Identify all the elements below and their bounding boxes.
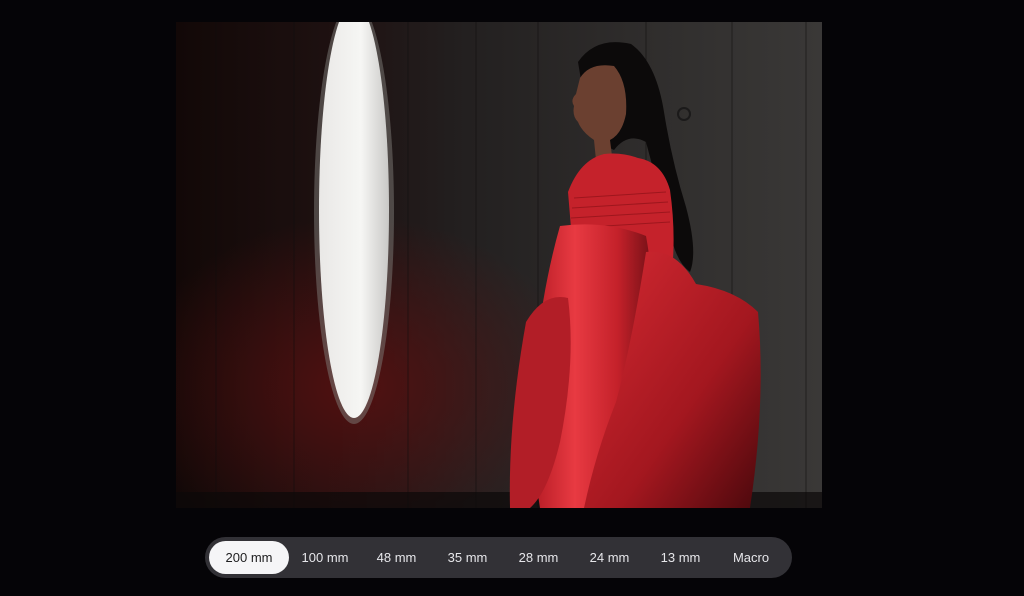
focal-option-13mm[interactable]: 13 mm [645,541,716,574]
focal-option-macro[interactable]: Macro [716,541,786,574]
focal-option-100mm[interactable]: 100 mm [289,541,361,574]
focal-option-35mm[interactable]: 35 mm [432,541,503,574]
focal-option-24mm[interactable]: 24 mm [574,541,645,574]
focal-option-28mm[interactable]: 28 mm [503,541,574,574]
page: 200 mm 100 mm 48 mm 35 mm 28 mm 24 mm 13… [0,0,1024,596]
focal-option-48mm[interactable]: 48 mm [361,541,432,574]
photo-illustration [176,22,822,508]
focal-option-200mm[interactable]: 200 mm [209,541,289,574]
sample-photo [176,22,822,508]
focal-length-selector: 200 mm 100 mm 48 mm 35 mm 28 mm 24 mm 13… [205,537,792,578]
